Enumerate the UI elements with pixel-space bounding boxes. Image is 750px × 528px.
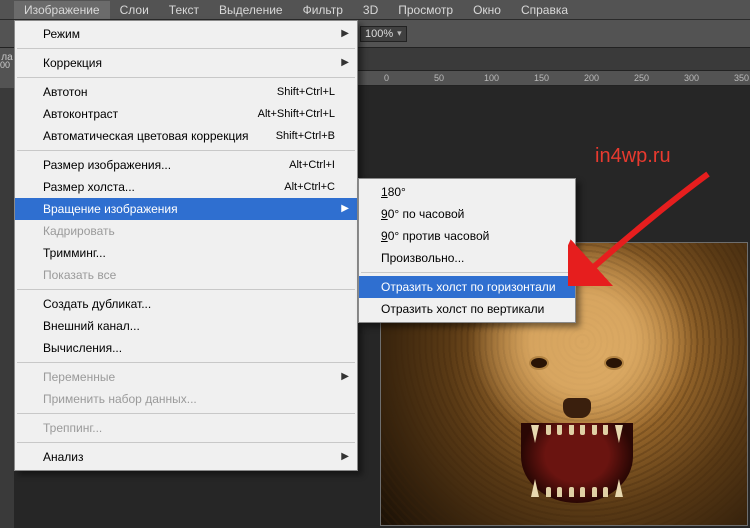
menu-item-shortcut: Alt+Shift+Ctrl+L (258, 106, 335, 122)
menu-item: Показать все (15, 264, 357, 286)
submenu-arrow-icon: ▶ (341, 369, 349, 385)
image-menu-dropdown[interactable]: Режим ▶ Коррекция ▶ Автотон Shift+Ctrl+L Авток… (14, 20, 358, 471)
menu-item[interactable]: Анализ ▶ (15, 446, 357, 468)
menu-item-label: Кадрировать (43, 223, 115, 239)
menu-item: Применить набор данных... (15, 388, 357, 410)
menu-item[interactable]: Вращение изображения ▶ (15, 198, 357, 220)
ruler-tick: 150 (534, 73, 549, 83)
menu-item-shortcut: Shift+Ctrl+B (276, 128, 335, 144)
menu-item[interactable]: Вычисления... (15, 337, 357, 359)
menu-item-label: Вычисления... (43, 340, 122, 356)
separator (17, 150, 355, 151)
menu-item-label: Автоматическая цветовая коррекция (43, 128, 249, 144)
submenu-item[interactable]: 90° против часовой (359, 225, 575, 247)
dropdown-arrow-icon: ▾ (397, 28, 402, 39)
left-number: 00 (0, 60, 14, 70)
submenu-arrow-icon: ▶ (341, 201, 349, 217)
ruler-tick: 250 (634, 73, 649, 83)
menu-item-label: Создать дубликат... (43, 296, 151, 312)
menu-item: Переменные ▶ (15, 366, 357, 388)
menu-item-label: Тримминг... (43, 245, 106, 261)
menu-текст[interactable]: Текст (159, 1, 209, 19)
menu-item-label: Показать все (43, 267, 116, 283)
menu-справка[interactable]: Справка (511, 1, 578, 19)
ruler-tick: 0 (384, 73, 389, 83)
separator (17, 77, 355, 78)
menu-просмотр[interactable]: Просмотр (388, 1, 463, 19)
submenu-item[interactable]: 90° по часовой (359, 203, 575, 225)
menu-item-shortcut: Shift+Ctrl+L (277, 84, 335, 100)
menu-изображение[interactable]: Изображение (14, 1, 110, 19)
menu-item[interactable]: Создать дубликат... (15, 293, 357, 315)
submenu-arrow-icon: ▶ (341, 55, 349, 71)
menu-выделение[interactable]: Выделение (209, 1, 293, 19)
menu-item[interactable]: Внешний канал... (15, 315, 357, 337)
submenu-item[interactable]: Отразить холст по вертикали (359, 298, 575, 320)
menu-item-label: Автотон (43, 84, 88, 100)
menu-фильтр[interactable]: Фильтр (293, 1, 353, 19)
zoom-value: 100% (365, 28, 393, 40)
submenu-arrow-icon: ▶ (341, 26, 349, 42)
menu-item-label: Коррекция (43, 55, 102, 71)
menu-item-shortcut: Alt+Ctrl+I (289, 157, 335, 173)
menu-item[interactable]: Коррекция ▶ (15, 52, 357, 74)
ruler-tick: 100 (484, 73, 499, 83)
separator (361, 272, 573, 273)
separator (17, 362, 355, 363)
menu-item: Кадрировать (15, 220, 357, 242)
separator (17, 442, 355, 443)
watermark-text: in4wp.ru (595, 145, 671, 168)
separator (17, 413, 355, 414)
menu-окно[interactable]: Окно (463, 1, 511, 19)
menu-item-label: Внешний канал... (43, 318, 140, 334)
separator (17, 289, 355, 290)
submenu-item[interactable]: Произвольно... (359, 247, 575, 269)
menu-item-label: Автоконтраст (43, 106, 118, 122)
menu-item[interactable]: Автоматическая цветовая коррекция Shift+C… (15, 125, 357, 147)
menu-item-label: Применить набор данных... (43, 391, 197, 407)
menu-3d[interactable]: 3D (353, 1, 388, 19)
menu-item: Треппинг... (15, 417, 357, 439)
ruler-tick: 200 (584, 73, 599, 83)
separator (17, 48, 355, 49)
ruler-tick: 50 (434, 73, 444, 83)
menu-item-label: Анализ (43, 449, 84, 465)
menu-item[interactable]: Тримминг... (15, 242, 357, 264)
ruler-tick: 350 (734, 73, 749, 83)
menu-item[interactable]: Автоконтраст Alt+Shift+Ctrl+L (15, 103, 357, 125)
rotate-submenu[interactable]: 180°90° по часовой90° против часовойПрои… (358, 178, 576, 323)
menu-item-label: Вращение изображения (43, 201, 178, 217)
menu-item-shortcut: Alt+Ctrl+C (284, 179, 335, 195)
menu-item[interactable]: Размер изображения... Alt+Ctrl+I (15, 154, 357, 176)
menu-item[interactable]: Режим ▶ (15, 23, 357, 45)
menubar: ИзображениеСлоиТекстВыделениеФильтр3DПро… (0, 0, 750, 20)
submenu-arrow-icon: ▶ (341, 449, 349, 465)
menu-item-label: Размер холста... (43, 179, 135, 195)
menu-item-label: Треппинг... (43, 420, 102, 436)
submenu-item[interactable]: Отразить холст по горизонтали (359, 276, 575, 298)
menu-item-label: Размер изображения... (43, 157, 171, 173)
menu-item-label: Переменные (43, 369, 115, 385)
menu-item[interactable]: Размер холста... Alt+Ctrl+C (15, 176, 357, 198)
menu-item[interactable]: Автотон Shift+Ctrl+L (15, 81, 357, 103)
submenu-item[interactable]: 180° (359, 181, 575, 203)
ruler-tick: 300 (684, 73, 699, 83)
menu-item-label: Режим (43, 26, 80, 42)
zoom-selector[interactable]: 100% ▾ (360, 26, 407, 42)
menu-слои[interactable]: Слои (110, 1, 159, 19)
